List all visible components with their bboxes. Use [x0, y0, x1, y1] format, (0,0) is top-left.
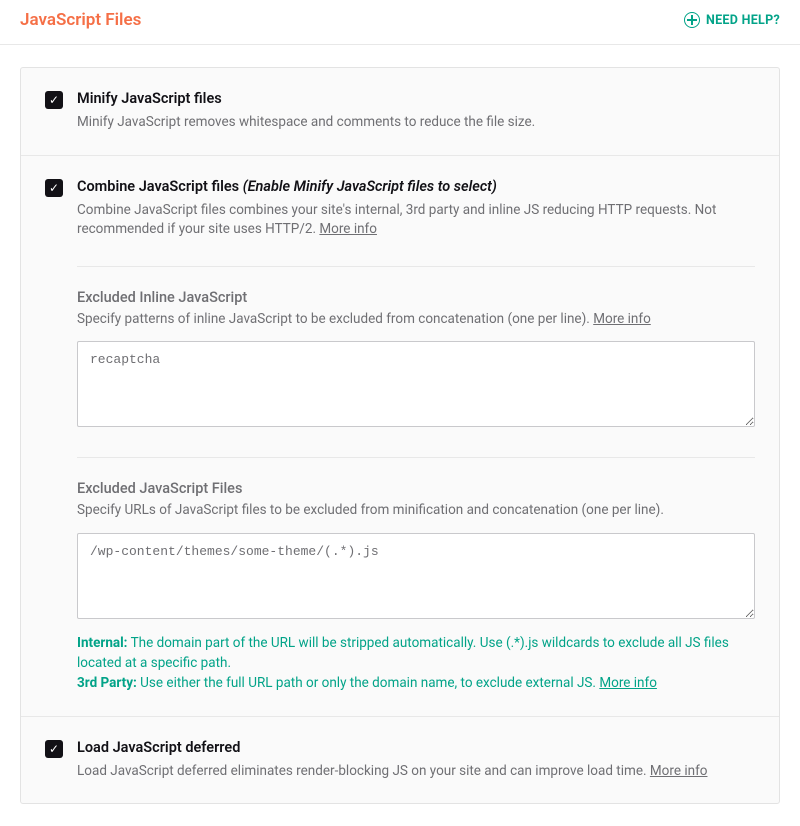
excluded-inline-block: Excluded Inline JavaScript Specify patte…: [77, 266, 755, 432]
lifebuoy-icon: [684, 12, 700, 28]
combine-desc: Combine JavaScript files combines your s…: [77, 201, 755, 240]
deferred-section: ✓ Load JavaScript deferred Load JavaScri…: [21, 717, 779, 804]
check-icon: ✓: [49, 182, 59, 194]
minify-checkbox[interactable]: ✓: [45, 91, 63, 109]
excluded-inline-textarea[interactable]: [77, 341, 755, 427]
header: JavaScript Files NEED HELP?: [0, 0, 800, 45]
internal-hint: The domain part of the URL will be strip…: [77, 635, 729, 671]
deferred-title: Load JavaScript deferred: [77, 739, 707, 756]
help-label: NEED HELP?: [706, 13, 780, 28]
excluded-files-block: Excluded JavaScript Files Specify URLs o…: [77, 457, 755, 693]
minify-desc: Minify JavaScript removes whitespace and…: [77, 113, 535, 133]
page-title: JavaScript Files: [20, 10, 141, 30]
excluded-inline-more-link[interactable]: More info: [593, 311, 651, 327]
excluded-files-textarea[interactable]: [77, 533, 755, 619]
help-button[interactable]: NEED HELP?: [684, 12, 780, 28]
thirdparty-hint-label: 3rd Party:: [77, 675, 137, 691]
combine-title-text: Combine JavaScript files: [77, 178, 243, 195]
combine-checkbox[interactable]: ✓: [45, 179, 63, 197]
thirdparty-hint: Use either the full URL path or only the…: [137, 675, 600, 691]
internal-hint-label: Internal:: [77, 635, 128, 651]
combine-section: ✓ Combine JavaScript files (Enable Minif…: [21, 156, 779, 717]
minify-section: ✓ Minify JavaScript files Minify JavaScr…: [21, 68, 779, 156]
deferred-checkbox[interactable]: ✓: [45, 740, 63, 758]
combine-more-info-link[interactable]: More info: [319, 221, 377, 237]
deferred-desc: Load JavaScript deferred eliminates rend…: [77, 762, 707, 782]
excluded-files-title: Excluded JavaScript Files: [77, 480, 755, 497]
excluded-files-hints: Internal: The domain part of the URL wil…: [77, 633, 755, 694]
check-icon: ✓: [49, 94, 59, 106]
excluded-inline-title: Excluded Inline JavaScript: [77, 289, 755, 306]
combine-hint: (Enable Minify JavaScript files to selec…: [243, 178, 497, 195]
excluded-files-more-link[interactable]: More info: [599, 675, 657, 691]
settings-panel: ✓ Minify JavaScript files Minify JavaScr…: [20, 67, 780, 804]
deferred-more-link[interactable]: More info: [650, 763, 708, 779]
check-icon: ✓: [49, 743, 59, 755]
minify-title: Minify JavaScript files: [77, 90, 535, 107]
combine-title: Combine JavaScript files (Enable Minify …: [77, 178, 755, 195]
excluded-inline-desc: Specify patterns of inline JavaScript to…: [77, 310, 755, 330]
excluded-files-desc: Specify URLs of JavaScript files to be e…: [77, 501, 755, 521]
